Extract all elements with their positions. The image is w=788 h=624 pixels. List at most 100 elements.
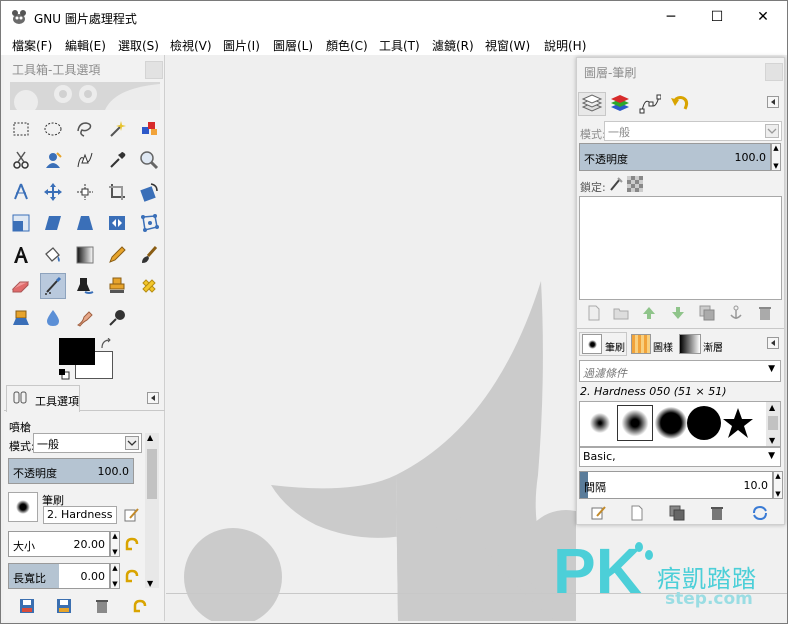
menu-image[interactable]: 圖片(I) xyxy=(223,37,260,54)
layer-opacity-stepper[interactable]: ▲ ▼ xyxy=(771,143,781,171)
menu-windows[interactable]: 視窗(W) xyxy=(485,37,530,54)
brush-item[interactable] xyxy=(653,405,689,441)
brush-filter-select[interactable]: 過濾條件 ▼ xyxy=(579,360,781,382)
brush-grid[interactable]: ▲ ▼ xyxy=(579,401,781,447)
new-layer-group-icon[interactable] xyxy=(613,305,629,321)
scroll-up-icon[interactable]: ▲ xyxy=(147,433,153,442)
size-slider[interactable]: 大小 20.00 xyxy=(8,531,110,557)
tool-foreground-select[interactable] xyxy=(40,147,66,173)
tab-gradients[interactable]: 漸層 xyxy=(677,332,725,356)
minimize-button[interactable]: ─ xyxy=(648,1,694,33)
new-layer-icon[interactable] xyxy=(586,305,602,321)
close-button[interactable]: ✕ xyxy=(740,1,786,33)
tool-rotate[interactable] xyxy=(136,179,162,205)
delete-layer-icon[interactable] xyxy=(757,305,773,321)
scroll-thumb[interactable] xyxy=(147,449,157,499)
tab-tool-options[interactable]: 工具選項 xyxy=(6,385,80,412)
menu-edit[interactable]: 編輯(E) xyxy=(65,37,106,54)
raise-layer-icon[interactable] xyxy=(641,305,657,321)
scroll-down-icon[interactable]: ▼ xyxy=(147,579,153,588)
toolbox-close-button[interactable] xyxy=(145,61,163,79)
tool-pencil[interactable] xyxy=(104,242,130,268)
edit-brush-icon[interactable] xyxy=(591,505,607,521)
tab-layers[interactable] xyxy=(578,92,606,116)
tool-cage-transform[interactable] xyxy=(136,210,162,236)
swap-colors-icon[interactable] xyxy=(100,338,112,350)
tool-color-picker[interactable] xyxy=(104,147,130,173)
menu-view[interactable]: 檢視(V) xyxy=(170,37,212,54)
menu-select[interactable]: 選取(S) xyxy=(118,37,159,54)
tab-paths[interactable] xyxy=(636,92,664,116)
tool-scale[interactable] xyxy=(8,210,34,236)
layer-list[interactable] xyxy=(579,196,782,300)
tool-clone[interactable] xyxy=(104,273,130,299)
brushes-menu-icon[interactable] xyxy=(767,337,779,349)
brush-preset-select[interactable]: Basic, ▼ xyxy=(579,447,781,467)
refresh-brushes-icon[interactable] xyxy=(752,505,768,521)
edit-brush-icon[interactable] xyxy=(124,507,140,523)
menu-layer[interactable]: 圖層(L) xyxy=(273,37,313,54)
tool-color-select[interactable] xyxy=(136,116,162,142)
brush-item[interactable] xyxy=(686,405,722,441)
delete-brush-icon[interactable] xyxy=(709,505,725,521)
lower-layer-icon[interactable] xyxy=(670,305,686,321)
layer-opacity-slider[interactable]: 不透明度 100.0 xyxy=(579,143,771,171)
tool-perspective-clone[interactable] xyxy=(8,305,34,331)
spacing-slider[interactable]: 間隔 10.0 xyxy=(579,471,773,499)
aspect-stepper[interactable]: ▲ ▼ xyxy=(110,563,120,589)
tool-paths[interactable] xyxy=(72,147,98,173)
tool-scissors-select[interactable] xyxy=(8,147,34,173)
foreground-color-swatch[interactable] xyxy=(59,338,95,365)
reset-size-icon[interactable] xyxy=(124,536,140,552)
tool-crop[interactable] xyxy=(104,179,130,205)
brush-item-star[interactable] xyxy=(720,405,756,441)
tool-blur[interactable] xyxy=(40,305,66,331)
tab-patterns[interactable]: 圖樣 xyxy=(629,332,677,356)
tool-ellipse-select[interactable] xyxy=(40,116,66,142)
tool-rect-select[interactable] xyxy=(8,116,34,142)
tab-undo-history[interactable] xyxy=(666,92,694,116)
menu-filters[interactable]: 濾鏡(R) xyxy=(432,37,474,54)
spacing-stepper[interactable]: ▲ ▼ xyxy=(773,471,783,499)
tool-dodge-burn[interactable] xyxy=(104,305,130,331)
layer-mode-select[interactable]: 一般 xyxy=(604,121,782,141)
tool-measure[interactable] xyxy=(8,179,34,205)
size-stepper[interactable]: ▲ ▼ xyxy=(110,531,120,557)
opacity-slider[interactable]: 不透明度 100.0 xyxy=(8,458,134,484)
tool-paintbrush[interactable] xyxy=(136,242,162,268)
tool-text[interactable] xyxy=(8,242,34,268)
tool-heal[interactable] xyxy=(136,273,162,299)
tab-channels[interactable] xyxy=(606,92,634,116)
lock-alpha-icon[interactable] xyxy=(627,176,643,192)
menu-file[interactable]: 檔案(F) xyxy=(12,37,52,54)
duplicate-brush-icon[interactable] xyxy=(669,505,685,521)
mode-select[interactable]: 一般 xyxy=(33,433,142,453)
tool-flip[interactable] xyxy=(104,210,130,236)
layers-menu-icon[interactable] xyxy=(767,96,779,108)
tool-eraser[interactable] xyxy=(8,273,34,299)
brush-preview[interactable] xyxy=(8,492,38,522)
tool-ink[interactable] xyxy=(72,273,98,299)
new-brush-icon[interactable] xyxy=(629,505,645,521)
tool-zoom[interactable] xyxy=(136,147,162,173)
tool-options-scrollbar[interactable]: ▲ ▼ xyxy=(145,433,159,588)
duplicate-layer-icon[interactable] xyxy=(699,305,715,321)
layers-dock-close-button[interactable] xyxy=(765,63,783,81)
tab-brushes[interactable]: 筆刷 xyxy=(579,332,627,356)
tool-perspective[interactable] xyxy=(72,210,98,236)
brush-name-field[interactable]: 2. Hardness 05 xyxy=(43,506,117,524)
anchor-layer-icon[interactable] xyxy=(728,305,744,321)
tool-blend[interactable] xyxy=(72,242,98,268)
reset-aspect-icon[interactable] xyxy=(124,568,140,584)
tool-align[interactable] xyxy=(72,179,98,205)
tool-shear[interactable] xyxy=(40,210,66,236)
brush-grid-scrollbar[interactable]: ▲ ▼ xyxy=(766,402,780,446)
brush-item[interactable] xyxy=(582,405,618,441)
tool-options-menu-icon[interactable] xyxy=(147,392,159,404)
lock-pixels-icon[interactable] xyxy=(608,176,624,192)
tool-airbrush[interactable] xyxy=(40,273,66,299)
aspect-slider[interactable]: 長寬比 0.00 xyxy=(8,563,110,589)
brush-item-selected[interactable] xyxy=(617,405,653,441)
image-canvas[interactable] xyxy=(166,55,576,621)
maximize-button[interactable]: ☐ xyxy=(694,1,740,33)
